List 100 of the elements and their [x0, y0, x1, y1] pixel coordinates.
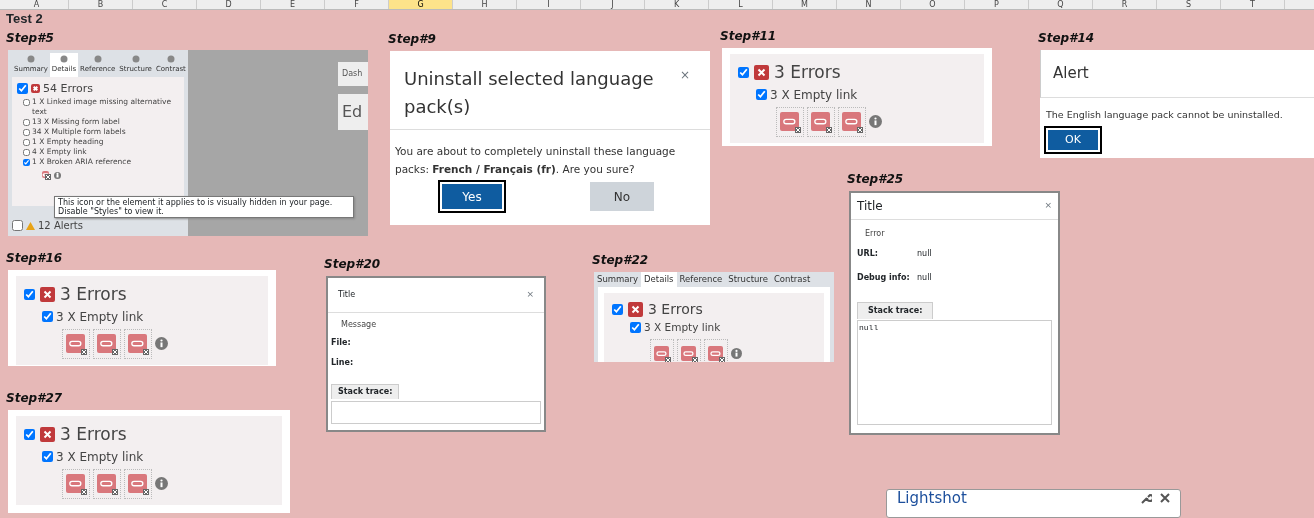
- column-header[interactable]: N: [837, 0, 901, 9]
- error-item: 3 X Empty link: [770, 86, 858, 104]
- alerts-heading: 12 Alerts: [38, 219, 83, 233]
- broken-link-icon: [65, 473, 87, 495]
- checkbox[interactable]: [738, 67, 749, 79]
- checkbox[interactable]: [42, 311, 53, 322]
- broken-link-icon: [680, 345, 698, 362]
- step-label: Step#22: [592, 253, 649, 267]
- column-header[interactable]: J: [581, 0, 645, 9]
- dialog-title: Title: [857, 198, 883, 215]
- errors-heading: 3 Errors: [60, 283, 127, 306]
- field-value: null: [917, 272, 932, 284]
- error-item: 3 X Empty link: [56, 448, 144, 466]
- column-header[interactable]: D: [197, 0, 261, 9]
- errors-heading: 3 Errors: [774, 61, 841, 84]
- column-header[interactable]: P: [965, 0, 1029, 9]
- tab[interactable]: Details: [641, 272, 677, 287]
- checkbox[interactable]: [23, 129, 30, 136]
- broken-link-icon: [96, 333, 118, 355]
- checkbox[interactable]: [12, 220, 23, 231]
- dialog-button[interactable]: No: [590, 182, 654, 211]
- column-header[interactable]: C: [133, 0, 197, 9]
- step-label: Step#9: [388, 32, 436, 46]
- broken-link-icon: [779, 111, 801, 133]
- checkbox[interactable]: [24, 429, 35, 441]
- field-label: URL:: [857, 248, 879, 260]
- error-x-icon: [754, 65, 769, 81]
- stack-trace-tab[interactable]: Stack trace:: [331, 383, 400, 399]
- stack-trace-tab[interactable]: Stack trace:: [857, 302, 934, 319]
- page-fragment: Ed: [338, 94, 368, 130]
- error-item: 3 X Empty link: [644, 319, 721, 335]
- checkbox[interactable]: [24, 289, 35, 301]
- column-header[interactable]: M: [773, 0, 837, 9]
- step-label: Step#14: [1038, 31, 1095, 45]
- errors-heading: 3 Errors: [648, 299, 703, 319]
- field-label: File:: [331, 336, 351, 349]
- tooltip: This icon or the element it applies to is visually hidden in your page. Disable "Styles" to view it.: [54, 196, 354, 218]
- broken-link-icon: [810, 111, 832, 133]
- column-header[interactable]: L: [709, 0, 773, 9]
- tab[interactable]: Reference: [676, 272, 726, 287]
- warning-icon: [26, 221, 35, 230]
- field-value: null: [917, 248, 932, 260]
- checkbox[interactable]: [42, 451, 53, 462]
- dialog-message: The English language pack cannot be uninstalled.: [1045, 107, 1284, 122]
- page-fragment: Dash: [338, 62, 368, 86]
- column-header[interactable]: S: [1157, 0, 1221, 9]
- broken-link-icon: [96, 473, 118, 495]
- column-header[interactable]: H: [453, 0, 517, 9]
- column-header[interactable]: T: [1221, 0, 1285, 9]
- checkbox[interactable]: [23, 149, 30, 156]
- broken-link-icon: [127, 333, 149, 355]
- error-x-icon: [628, 301, 643, 317]
- dialog-title: Uninstall selected language pack(s): [404, 67, 655, 119]
- checkbox[interactable]: [17, 83, 28, 95]
- broken-link-icon: [653, 345, 671, 362]
- step-label: Step#11: [720, 29, 777, 43]
- close-button[interactable]: ×: [1044, 199, 1052, 213]
- column-header[interactable]: O: [901, 0, 965, 9]
- checkbox[interactable]: [756, 89, 767, 100]
- dialog-title: Title: [338, 288, 356, 301]
- window-title: Lightshot: [897, 488, 967, 510]
- stack-trace-text: null: [858, 322, 880, 334]
- column-header[interactable]: A: [5, 0, 69, 9]
- step-label: Step#16: [6, 251, 63, 265]
- checkbox[interactable]: [612, 303, 623, 315]
- dialog-message: You are about to completely uninstall these language packs: French / Français (fr). Are you sure?: [394, 144, 677, 177]
- error-x-icon: [31, 84, 40, 94]
- dialog-button[interactable]: Yes: [440, 182, 504, 211]
- tab[interactable]: Contrast: [770, 272, 814, 287]
- column-header[interactable]: I: [517, 0, 581, 9]
- step-label: Step#5: [6, 31, 54, 45]
- column-header[interactable]: G: [389, 0, 453, 9]
- column-header[interactable]: Q: [1029, 0, 1093, 9]
- close-button[interactable]: ×: [526, 288, 534, 302]
- error-x-icon: [40, 427, 55, 443]
- step-label: Step#20: [324, 257, 381, 271]
- dialog-title: Alert: [1040, 50, 1314, 98]
- close-button[interactable]: ×: [673, 65, 696, 85]
- ok-button[interactable]: OK: [1046, 128, 1100, 152]
- step-label: Step#25: [847, 172, 904, 186]
- column-header[interactable]: B: [69, 0, 133, 9]
- wrench-icon: [1141, 493, 1152, 504]
- errors-heading: 54 Errors: [43, 80, 94, 97]
- tab[interactable]: Summary: [594, 272, 642, 287]
- stack-trace-field[interactable]: [331, 400, 541, 424]
- broken-link-icon: [41, 170, 51, 180]
- broken-link-icon: [127, 473, 149, 495]
- column-header[interactable]: K: [645, 0, 709, 9]
- tab[interactable]: Structure: [725, 272, 771, 287]
- checkbox[interactable]: [630, 322, 641, 334]
- checkbox[interactable]: [23, 159, 30, 166]
- checkbox[interactable]: [23, 119, 30, 126]
- broken-link-icon: [707, 345, 725, 362]
- error-item: 3 X Empty link: [56, 308, 144, 326]
- column-header[interactable]: R: [1093, 0, 1157, 9]
- checkbox[interactable]: [23, 139, 30, 146]
- stack-trace-field[interactable]: null: [857, 320, 1052, 425]
- column-header[interactable]: E: [261, 0, 325, 9]
- step-label: Step#27: [6, 391, 63, 405]
- checkbox[interactable]: [23, 99, 30, 106]
